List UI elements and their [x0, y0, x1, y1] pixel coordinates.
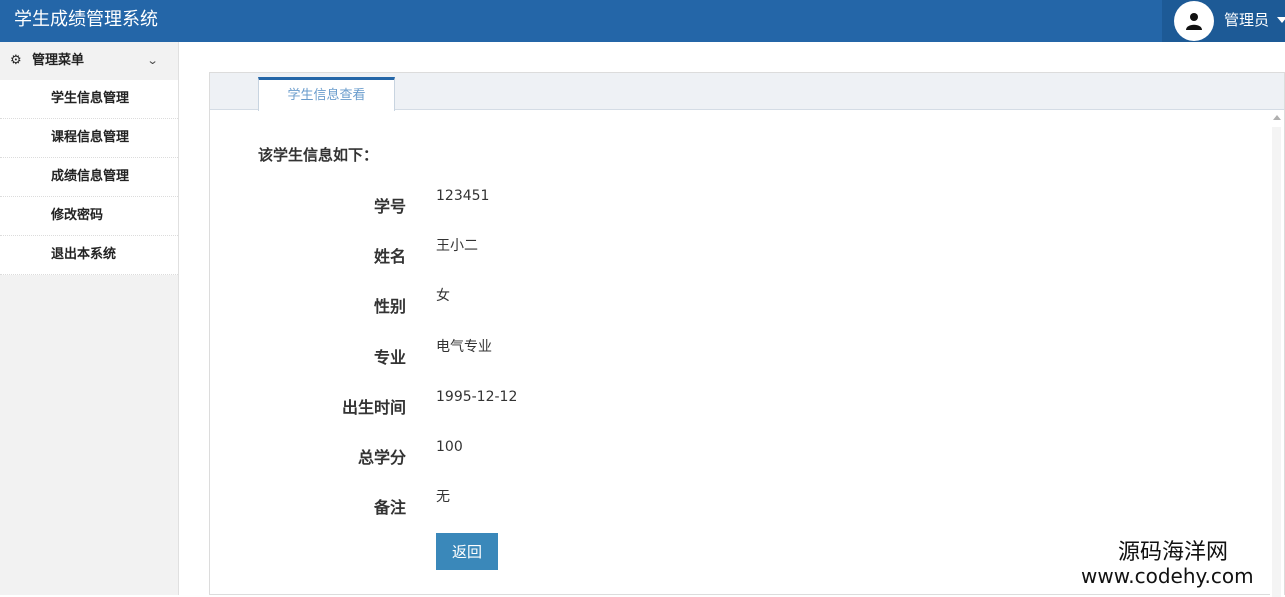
sidebar-item-change-password[interactable]: 修改密码	[0, 197, 178, 236]
field-row: 性别 女	[210, 286, 910, 316]
menu-list: 学生信息管理 课程信息管理 成绩信息管理 修改密码 退出本系统	[0, 80, 178, 275]
scroll-thumb[interactable]	[1272, 127, 1281, 597]
scrollbar[interactable]	[1270, 111, 1284, 597]
field-value: 1995-12-12	[436, 389, 518, 405]
sidebar-item-label: 成绩信息管理	[51, 169, 130, 184]
user-menu[interactable]: 管理员	[1162, 0, 1285, 42]
gear-icon: ⚙	[10, 53, 22, 68]
sidebar-item-course-info[interactable]: 课程信息管理	[0, 119, 178, 158]
sidebar-item-grade-info[interactable]: 成绩信息管理	[0, 158, 178, 197]
watermark-title: 源码海洋网	[1118, 540, 1229, 565]
content-panel: 学生信息查看 该学生信息如下： 学号 123451 姓名 王小二 性别 女 专业…	[209, 72, 1285, 597]
avatar[interactable]	[1174, 1, 1214, 41]
tab-bar: 学生信息查看	[210, 73, 1284, 111]
field-row: 总学分 100	[210, 437, 910, 467]
field-label: 出生时间	[341, 398, 406, 417]
sidebar-item-student-info[interactable]: 学生信息管理	[0, 80, 178, 119]
field-row: 姓名 王小二	[210, 236, 910, 266]
scroll-up-icon[interactable]	[1273, 115, 1281, 120]
field-row: 学号 123451	[210, 186, 910, 216]
tab-label: 学生信息查看	[287, 88, 366, 103]
menu-header[interactable]: ⚙ 管理菜单 ⌄	[0, 42, 178, 80]
section-title: 该学生信息如下：	[258, 146, 379, 164]
field-label: 总学分	[357, 448, 406, 467]
watermark-url: www.codehy.com	[1081, 564, 1254, 588]
user-name[interactable]: 管理员	[1224, 10, 1269, 30]
sidebar-item-label: 学生信息管理	[51, 91, 130, 106]
field-value: 王小二	[436, 238, 478, 254]
sidebar-item-label: 修改密码	[51, 208, 104, 223]
tab-student-view[interactable]: 学生信息查看	[258, 77, 395, 111]
field-row: 出生时间 1995-12-12	[210, 387, 910, 417]
user-icon	[1186, 13, 1202, 30]
top-header: 学生成绩管理系统 管理员	[0, 0, 1285, 42]
field-row: 专业 电气专业	[210, 337, 910, 367]
sidebar-item-label: 退出本系统	[51, 247, 117, 262]
field-label: 备注	[373, 498, 406, 517]
field-value: 无	[436, 489, 450, 505]
field-value: 123451	[436, 188, 490, 204]
field-label: 专业	[373, 348, 406, 367]
back-button[interactable]: 返回	[436, 533, 498, 570]
field-value: 电气专业	[436, 339, 492, 355]
field-row: 备注 无	[210, 487, 910, 517]
menu-title: 管理菜单	[32, 53, 85, 68]
sidebar-item-label: 课程信息管理	[51, 130, 130, 145]
chevron-down-icon[interactable]: ⌄	[147, 52, 159, 70]
field-label: 学号	[373, 197, 406, 216]
field-label: 性别	[373, 297, 406, 316]
app-title: 学生成绩管理系统	[14, 9, 158, 30]
sidebar-item-logout[interactable]: 退出本系统	[0, 236, 178, 275]
caret-down-icon[interactable]	[1277, 17, 1285, 23]
field-value: 100	[436, 439, 463, 455]
field-label: 姓名	[373, 247, 406, 266]
sidebar: ⚙ 管理菜单 ⌄ 学生信息管理 课程信息管理 成绩信息管理 修改密码 退出本系统	[0, 42, 179, 595]
field-value: 女	[436, 288, 450, 304]
